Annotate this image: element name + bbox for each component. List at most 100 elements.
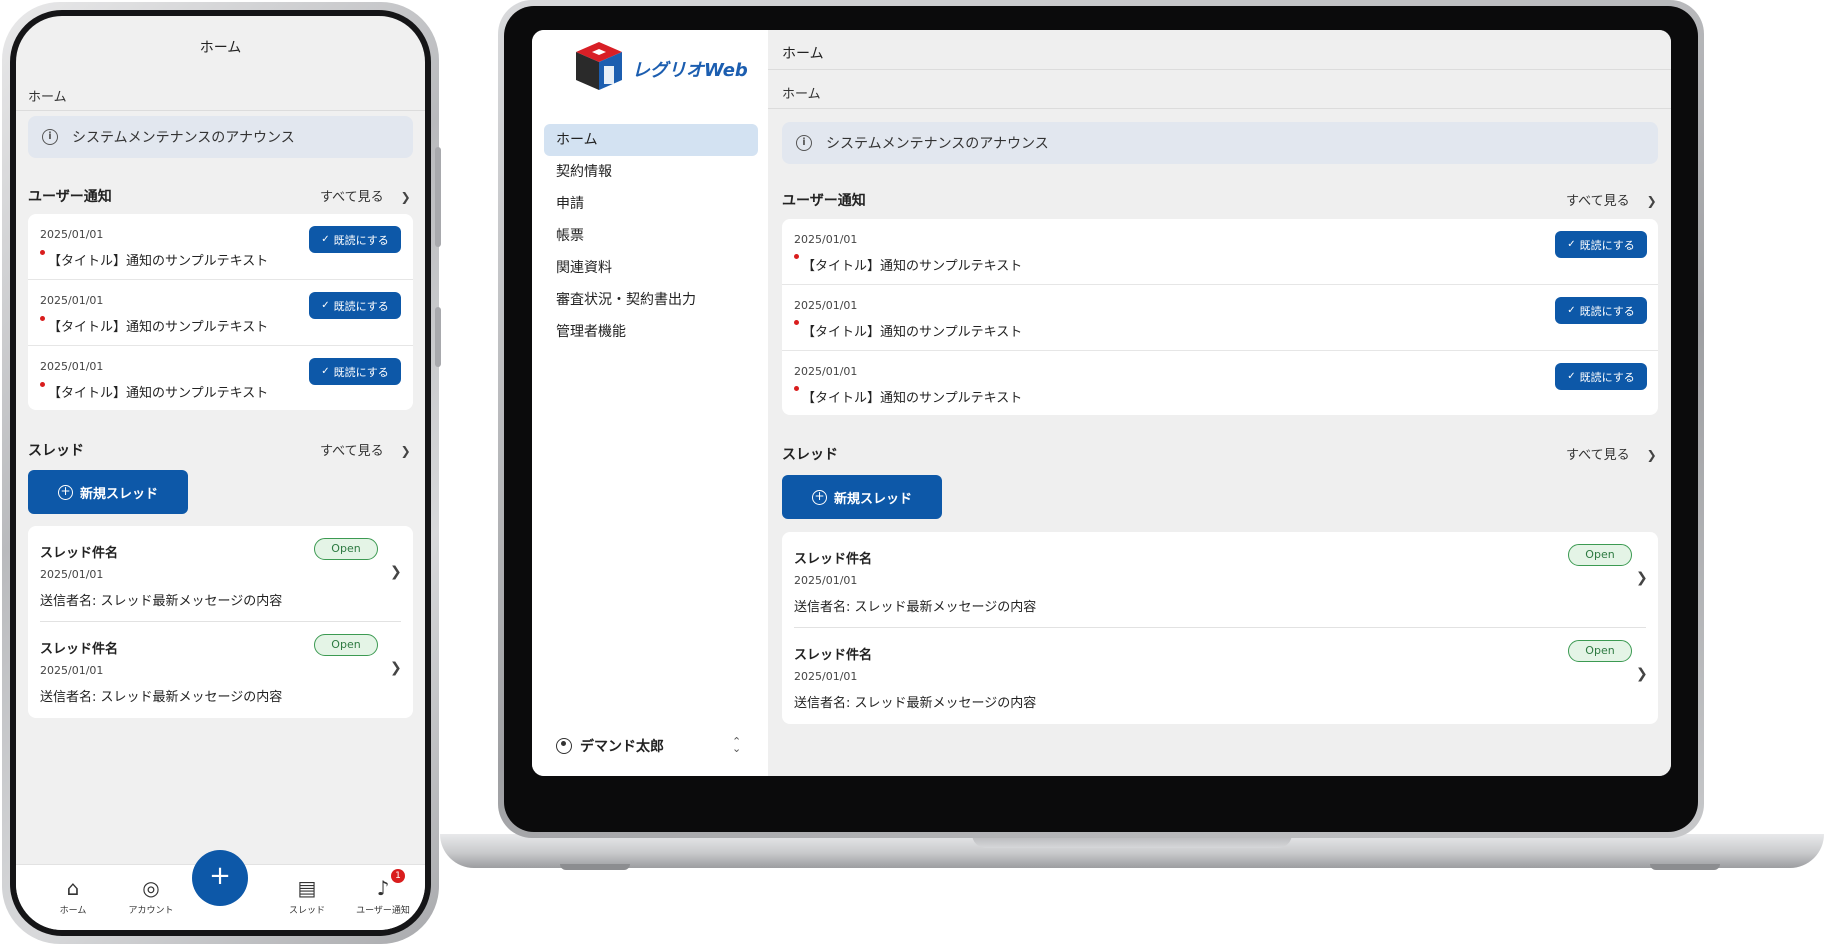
thread-date: 2025/01/01 (40, 568, 104, 581)
nav-label: ホーム (59, 906, 87, 916)
mark-read-button[interactable]: ✓ 既読にする (1555, 231, 1647, 258)
notification-row: 2025/01/01 【タイトル】通知のサンプルテキスト ✓ 既読にする (28, 280, 413, 346)
unread-dot (794, 320, 799, 325)
new-thread-button[interactable]: + 新規スレッド (782, 475, 942, 519)
breadcrumb[interactable]: ホーム (782, 83, 821, 102)
announcement-banner[interactable]: i システムメンテナンスのアナウンス (28, 116, 413, 158)
check-icon: ✓ (321, 366, 330, 377)
notification-row: 2025/01/01 【タイトル】通知のサンプルテキスト ✓ 既読にする (782, 219, 1658, 285)
new-thread-label: 新規スレッド (79, 486, 158, 502)
nav-notifications[interactable]: ♪ 1 ユーザー通知 (343, 865, 423, 916)
thread-row[interactable]: スレッド件名 Open 2025/01/01 送信者名: スレッド最新メッセージ… (782, 628, 1658, 724)
unread-dot (40, 250, 45, 255)
nav-threads[interactable]: ▤ スレッド (267, 865, 347, 916)
status-badge: Open (1568, 640, 1632, 662)
notification-row: 2025/01/01 【タイトル】通知のサンプルテキスト ✓ 既読にする (28, 346, 413, 410)
sidebar: レグリオWeb ホーム 契約情報 申請 帳票 関連資料 審査状況・契約書出力 管… (532, 30, 768, 776)
page-title: ホーム (782, 46, 824, 62)
thread-date: 2025/01/01 (40, 664, 104, 677)
mark-read-button[interactable]: ✓ 既読にする (1555, 363, 1647, 390)
chevron-right-icon: ❯ (1636, 666, 1648, 682)
see-all-label: すべて見る (1566, 448, 1630, 463)
threads-card: スレッド件名 Open 2025/01/01 送信者名: スレッド最新メッセージ… (782, 532, 1658, 724)
mark-read-button[interactable]: ✓ 既読にする (1555, 297, 1647, 324)
thread-row[interactable]: スレッド件名 Open 2025/01/01 送信者名: スレッド最新メッセージ… (28, 526, 413, 622)
mark-read-button[interactable]: ✓ 既読にする (309, 226, 401, 253)
phone-device: ホーム ホーム i システムメンテナンスのアナウンス ユーザー通知 すべて見る … (2, 2, 441, 944)
notifications-section-title: ユーザー通知 (782, 193, 866, 209)
sidebar-item-admin[interactable]: 管理者機能 (544, 316, 758, 348)
sidebar-item-forms[interactable]: 帳票 (544, 220, 758, 252)
chevron-right-icon: ❯ (400, 190, 411, 204)
sidebar-item-documents[interactable]: 関連資料 (544, 252, 758, 284)
mark-read-label: 既読にする (333, 233, 389, 247)
nav-home[interactable]: ⌂ ホーム (33, 865, 113, 916)
nav-label: ユーザー通知 (356, 906, 410, 916)
laptop-foot (560, 864, 630, 870)
thread-row[interactable]: スレッド件名 Open 2025/01/01 送信者名: スレッド最新メッセージ… (782, 532, 1658, 628)
chevron-right-icon: ❯ (1646, 194, 1657, 208)
notification-count-badge: 1 (391, 869, 405, 883)
threads-section-title: スレッド (28, 443, 84, 459)
nav-label: スレッド (288, 906, 325, 916)
plus-circle-icon: + (57, 484, 73, 500)
nav-label: アカウント (128, 906, 174, 916)
thread-message: 送信者名: スレッド最新メッセージの内容 (40, 690, 283, 705)
unread-dot (40, 316, 45, 321)
notification-date: 2025/01/01 (794, 365, 858, 378)
announcement-banner[interactable]: i システムメンテナンスのアナウンス (782, 122, 1658, 164)
new-thread-label: 新規スレッド (833, 491, 912, 507)
announcement-text: システムメンテナンスのアナウンス (72, 130, 295, 146)
sidebar-item-contract[interactable]: 契約情報 (544, 156, 758, 188)
notification-date: 2025/01/01 (794, 299, 858, 312)
status-badge: Open (314, 538, 378, 560)
check-icon: ✓ (1567, 371, 1576, 382)
user-menu[interactable]: デマンド太郎 (556, 736, 664, 756)
nav-account[interactable]: ◎ アカウント (111, 865, 191, 916)
mark-read-label: 既読にする (333, 299, 389, 313)
bell-icon: ♪ (376, 876, 390, 900)
notifications-see-all-link[interactable]: すべて見る ❯ (320, 186, 411, 205)
plus-icon: + (209, 861, 231, 891)
thread-message: 送信者名: スレッド最新メッセージの内容 (794, 600, 1037, 615)
unread-dot (794, 386, 799, 391)
threads-see-all-link[interactable]: すべて見る ❯ (1566, 444, 1657, 463)
logo-text: レグリオWeb (632, 60, 748, 81)
check-icon: ✓ (321, 300, 330, 311)
notifications-card: 2025/01/01 【タイトル】通知のサンプルテキスト ✓ 既読にする 2025… (28, 214, 413, 410)
sidebar-item-home[interactable]: ホーム (544, 124, 758, 156)
breadcrumb[interactable]: ホーム (28, 86, 67, 105)
threads-card: スレッド件名 Open 2025/01/01 送信者名: スレッド最新メッセージ… (28, 526, 413, 718)
check-icon: ✓ (321, 234, 330, 245)
sidebar-item-review-status[interactable]: 審査状況・契約書出力 (544, 284, 758, 316)
new-thread-button[interactable]: + 新規スレッド (28, 470, 188, 514)
fab-add-button[interactable]: + (192, 850, 248, 906)
chevron-right-icon: ❯ (390, 564, 402, 580)
thread-message: 送信者名: スレッド最新メッセージの内容 (40, 594, 283, 609)
chevron-right-icon: ❯ (1636, 570, 1648, 586)
info-icon: i (796, 135, 812, 151)
sidebar-item-application[interactable]: 申請 (544, 188, 758, 220)
notifications-see-all-link[interactable]: すべて見る ❯ (1566, 190, 1657, 209)
logo[interactable]: レグリオWeb (574, 40, 748, 94)
threads-see-all-link[interactable]: すべて見る ❯ (320, 440, 411, 459)
page-title: ホーム (199, 40, 242, 56)
user-icon (556, 738, 572, 754)
status-badge: Open (314, 634, 378, 656)
notification-text: 【タイトル】通知のサンプルテキスト (48, 386, 269, 401)
mark-read-button[interactable]: ✓ 既読にする (309, 358, 401, 385)
thread-row[interactable]: スレッド件名 Open 2025/01/01 送信者名: スレッド最新メッセージ… (28, 622, 413, 718)
notification-date: 2025/01/01 (40, 228, 104, 241)
mark-read-button[interactable]: ✓ 既読にする (309, 292, 401, 319)
check-icon: ✓ (1567, 305, 1576, 316)
laptop-bezel: レグリオWeb ホーム 契約情報 申請 帳票 関連資料 審査状況・契約書出力 管… (504, 6, 1698, 832)
check-icon: ✓ (1567, 239, 1576, 250)
account-icon: ◎ (142, 876, 160, 900)
info-icon: i (42, 129, 58, 145)
thread-title: スレッド件名 (794, 552, 873, 567)
phone-bezel: ホーム ホーム i システムメンテナンスのアナウンス ユーザー通知 すべて見る … (10, 10, 431, 936)
notification-row: 2025/01/01 【タイトル】通知のサンプルテキスト ✓ 既読にする (782, 351, 1658, 415)
logo-cube-icon (576, 42, 622, 90)
notification-text: 【タイトル】通知のサンプルテキスト (802, 259, 1023, 274)
chevron-updown-icon[interactable]: ⌃ ⌄ (732, 736, 741, 754)
